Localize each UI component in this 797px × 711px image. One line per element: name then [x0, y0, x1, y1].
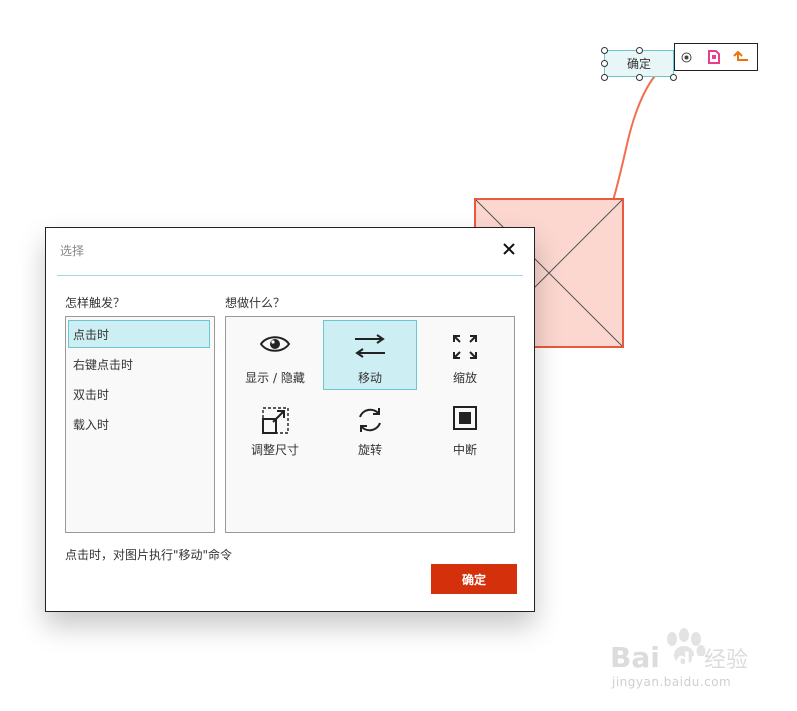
ok-button[interactable]: 确定 — [431, 564, 517, 594]
page-icon[interactable] — [708, 50, 720, 64]
turn-arrow-icon[interactable] — [733, 51, 749, 63]
target-icon[interactable] — [681, 52, 692, 63]
action-label: 显示 / 隐藏 — [245, 371, 305, 385]
trigger-item-click[interactable]: 点击时 — [68, 320, 210, 348]
action-panel: 显示 / 隐藏 移动 缩放 调整尺寸 旋转 中断 — [225, 316, 515, 533]
summary-text: 点击时，对图片执行"移动"命令 — [65, 548, 233, 562]
watermark-url: jingyan.baidu.com — [612, 675, 732, 689]
resize-handle[interactable] — [601, 47, 608, 54]
trigger-heading: 怎样触发？ — [65, 296, 126, 310]
resize-handle[interactable] — [601, 60, 608, 67]
resize-icon — [262, 407, 289, 434]
action-show-hide[interactable]: 显示 / 隐藏 — [228, 320, 322, 390]
canvas-button-label: 确定 — [626, 57, 651, 71]
dialog-title: 选择 — [60, 244, 85, 258]
close-icon[interactable] — [502, 242, 516, 256]
action-label: 中断 — [452, 443, 477, 457]
action-label: 旋转 — [357, 443, 382, 457]
rotate-icon — [359, 408, 381, 432]
resize-handle[interactable] — [636, 74, 643, 81]
dialog-divider — [57, 275, 523, 276]
zoom-arrows-icon — [453, 335, 477, 359]
action-zoom[interactable]: 缩放 — [418, 320, 512, 390]
resize-handle[interactable] — [636, 47, 643, 54]
action-move[interactable]: 移动 — [323, 320, 417, 390]
interaction-dialog: 选择 怎样触发？ 想做什么？ 点击时 右键点击时 双击时 载入时 显示 / 隐藏 — [45, 227, 535, 612]
trigger-item-load[interactable]: 载入时 — [68, 410, 210, 438]
trigger-item-double-click[interactable]: 双击时 — [68, 380, 210, 408]
stop-icon — [453, 406, 477, 430]
trigger-list: 点击时 右键点击时 双击时 载入时 — [65, 316, 215, 533]
canvas-button[interactable]: 确定 — [604, 50, 674, 77]
action-rotate[interactable]: 旋转 — [323, 392, 417, 462]
action-stop[interactable]: 中断 — [418, 392, 512, 462]
svg-text:经验: 经验 — [704, 648, 748, 673]
action-label: 调整尺寸 — [250, 443, 299, 457]
move-arrows-icon — [355, 334, 385, 358]
action-label: 移动 — [357, 371, 382, 385]
eye-icon — [259, 336, 291, 352]
action-label: 缩放 — [452, 371, 477, 385]
svg-text:Bai: Bai — [610, 641, 660, 674]
svg-text:du: du — [676, 648, 705, 672]
resize-handle[interactable] — [670, 74, 677, 81]
resize-handle[interactable] — [601, 74, 608, 81]
interaction-toolbar — [674, 43, 758, 71]
action-resize[interactable]: 调整尺寸 — [228, 392, 322, 462]
trigger-item-right-click[interactable]: 右键点击时 — [68, 350, 210, 378]
action-heading: 想做什么？ — [225, 296, 286, 310]
